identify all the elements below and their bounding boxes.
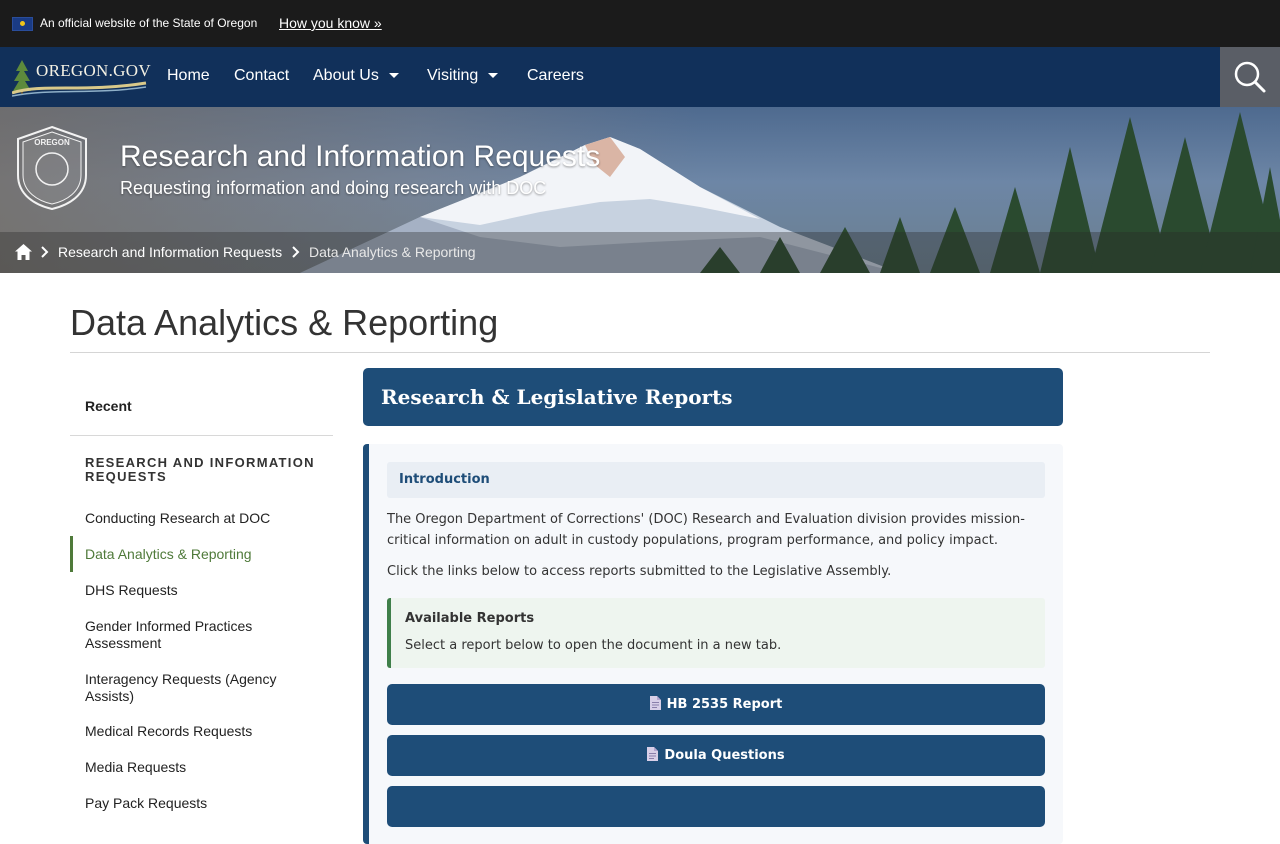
doula-questions-label: Doula Questions <box>664 748 785 763</box>
hb-2535-report-button[interactable]: HB 2535 Report <box>387 684 1045 725</box>
sidebar-item-interagency[interactable]: Interagency Requests (Agency Assists) <box>85 671 315 705</box>
sidebar-heading: RESEARCH AND INFORMATION REQUESTS <box>85 455 315 484</box>
nav-careers-label: Careers <box>527 67 584 84</box>
chevron-down-icon <box>488 73 499 79</box>
report-button-partial[interactable] <box>387 786 1045 827</box>
breadcrumb: Research and Information Requests Data A… <box>0 232 1280 273</box>
document-icon <box>647 747 659 761</box>
intro-paragraph: The Oregon Department of Corrections' (D… <box>387 512 1025 548</box>
reports-card: Introduction The Oregon Department of Co… <box>363 444 1063 844</box>
search-button[interactable] <box>1220 47 1280 107</box>
sidebar-item-data-analytics[interactable]: Data Analytics & Reporting <box>85 546 315 563</box>
official-banner: An official website of the State of Oreg… <box>0 0 1280 47</box>
sidebar-item-gender-informed[interactable]: Gender Informed Practices Assessment <box>85 618 315 652</box>
title-divider <box>70 352 1210 353</box>
chevron-down-icon <box>388 73 399 79</box>
chevron-right-icon <box>41 246 49 258</box>
sidebar-item-dhs-requests[interactable]: DHS Requests <box>85 582 315 599</box>
seal-oregon-text: OREGON <box>34 138 70 147</box>
available-reports-title: Available Reports <box>405 611 535 626</box>
sidebar-item-medical-records[interactable]: Medical Records Requests <box>85 723 315 740</box>
nav-home-label: Home <box>167 67 210 84</box>
nav-careers[interactable]: Careers <box>527 66 584 86</box>
nav-contact[interactable]: Contact <box>234 66 289 86</box>
seal-icon: OREGON <box>17 125 87 211</box>
page-title: Data Analytics & Reporting <box>70 302 499 343</box>
doula-questions-content: Doula Questions <box>387 747 1045 764</box>
main-navigation: OREGON.GOV Home Contact About Us Visitin… <box>0 47 1280 107</box>
nav-visiting-label: Visiting <box>427 67 479 84</box>
doula-questions-button[interactable]: Doula Questions <box>387 735 1045 776</box>
nav-about-us-label: About Us <box>313 67 379 84</box>
reports-heading: Research & Legislative Reports <box>381 385 733 409</box>
doc-seal-logo: OREGON <box>14 125 90 211</box>
hero-banner: OREGON Research and Information Requests… <box>0 107 1280 273</box>
available-reports-callout: Available Reports Select a report below … <box>387 598 1045 668</box>
official-website-text: An official website of the State of Oreg… <box>40 16 258 30</box>
search-icon <box>1234 61 1266 93</box>
reports-section-header: Research & Legislative Reports <box>363 368 1063 426</box>
sidebar-divider <box>70 435 333 436</box>
hb-2535-report-label: HB 2535 Report <box>666 697 783 712</box>
hb-2535-report-content: HB 2535 Report <box>387 696 1045 713</box>
home-icon[interactable] <box>15 244 32 260</box>
nav-contact-label: Contact <box>234 67 290 84</box>
sidebar-item-conducting-research[interactable]: Conducting Research at DOC <box>85 510 315 527</box>
intro-paragraph-links: Click the links below to access reports … <box>387 564 892 579</box>
logo-text: OREGON.GOV <box>36 61 151 80</box>
available-reports-text: Select a report below to open the docume… <box>405 638 782 653</box>
hero-title: Research and Information Requests <box>120 140 601 173</box>
sidebar-active-indicator <box>70 536 73 572</box>
oregon-gov-logo[interactable]: OREGON.GOV <box>11 57 151 97</box>
breadcrumb-current: Data Analytics & Reporting <box>309 244 476 260</box>
nav-visiting[interactable]: Visiting <box>427 66 499 86</box>
chevron-right-icon <box>292 246 300 258</box>
hero-subtitle: Requesting information and doing researc… <box>120 178 547 198</box>
nav-home[interactable]: Home <box>167 66 210 86</box>
sidebar-recent[interactable]: Recent <box>85 398 132 414</box>
introduction-label-box: Introduction <box>387 462 1045 498</box>
how-you-know-link[interactable]: How you know » <box>279 14 382 32</box>
sidebar-item-media-requests[interactable]: Media Requests <box>85 759 315 776</box>
sidebar-item-pay-pack[interactable]: Pay Pack Requests <box>85 795 315 812</box>
oregon-flag-icon <box>12 17 33 31</box>
nav-about-us[interactable]: About Us <box>313 66 399 86</box>
introduction-label: Introduction <box>399 472 490 487</box>
document-icon <box>649 696 661 710</box>
breadcrumb-research-link[interactable]: Research and Information Requests <box>58 244 282 261</box>
